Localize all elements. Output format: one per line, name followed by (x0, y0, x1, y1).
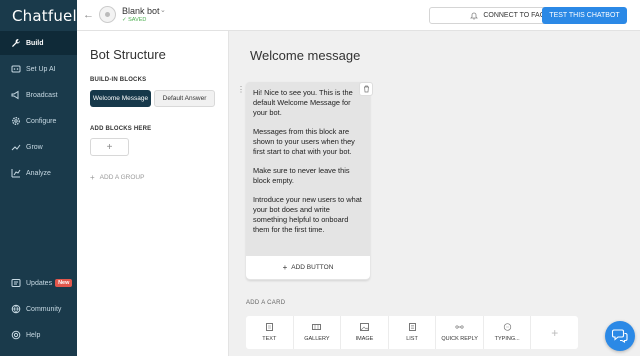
back-arrow-icon[interactable]: ← (83, 9, 94, 21)
image-icon (359, 323, 369, 331)
message-paragraph: Introduce your new users to what your bo… (253, 195, 362, 234)
list-icon (408, 323, 416, 331)
trash-icon[interactable] (359, 82, 373, 96)
top-bar: ← Blank bot ⌄ ✓ SAVED CONNECT TO FACEBOO… (77, 0, 640, 31)
sidebar-item-grow[interactable]: Grow (0, 135, 77, 159)
ai-icon (11, 65, 21, 73)
add-blocks-label: ADD BLOCKS HERE (90, 126, 152, 132)
sidebar-item-community[interactable]: Community (0, 297, 77, 321)
sidebar-item-label: Configure (26, 117, 57, 125)
community-icon (11, 304, 21, 314)
card-type-label: QUICK REPLY (441, 336, 478, 342)
structure-title: Bot Structure (90, 47, 166, 62)
more-card-types-plus-icon[interactable]: + (531, 316, 578, 349)
test-chatbot-button[interactable]: TEST THIS CHATBOT (542, 7, 627, 24)
text-icon (265, 323, 273, 331)
builtin-blocks-label: BUILD-IN BLOCKS (90, 77, 147, 83)
card-type-image[interactable]: IMAGE (341, 316, 389, 349)
sidebar-item-label: Analyze (26, 169, 51, 177)
sidebar-item-label: Updates (26, 279, 53, 287)
help-icon (11, 330, 21, 340)
sidebar-item-label: Help (26, 331, 41, 339)
quick-reply-icon (455, 325, 464, 329)
wrench-icon (12, 39, 20, 47)
add-button-button[interactable]: + ADD BUTTON (246, 256, 370, 279)
sidebar-item-help[interactable]: Help (0, 323, 77, 347)
card-type-bar: TEXT GALLERY IMAGE LIST QUICK REPLY TYPI… (246, 316, 578, 349)
card-type-list[interactable]: LIST (389, 316, 437, 349)
add-group-button[interactable]: + ADD A GROUP (90, 173, 144, 182)
sidebar-item-configure[interactable]: Configure (0, 109, 77, 133)
typing-icon (503, 323, 511, 331)
plus-icon: + (282, 263, 288, 272)
card-type-label: TEXT (262, 336, 277, 342)
card-type-label: GALLERY (304, 336, 330, 342)
message-paragraph: Make sure to never leave this block empt… (253, 166, 350, 185)
card-type-quick-reply[interactable]: QUICK REPLY (436, 316, 484, 349)
card-type-gallery[interactable]: GALLERY (294, 316, 342, 349)
chart-up-icon (11, 144, 21, 151)
message-paragraph: Hi! Nice to see you. This is the default… (253, 88, 353, 117)
sidebar-item-label: Set Up AI (26, 65, 56, 73)
chevron-down-icon[interactable]: ⌄ (160, 6, 166, 14)
block-editor: Welcome message ⋮ Hi! Nice to see you. T… (229, 31, 640, 356)
add-card-label: ADD A CARD (246, 300, 286, 306)
sidebar-item-label: Broadcast (26, 91, 58, 99)
chat-bubbles-icon (612, 329, 628, 343)
card-type-label: IMAGE (355, 336, 374, 342)
default-answer-block[interactable]: Default Answer (154, 90, 215, 107)
card-type-label: LIST (406, 336, 418, 342)
sidebar-item-analyze[interactable]: Analyze (0, 161, 77, 185)
app-logo: Chatfuel (12, 7, 77, 25)
broadcast-icon (11, 90, 19, 100)
add-block-button[interactable]: + (90, 138, 129, 156)
card-type-typing[interactable]: TYPING... (484, 316, 532, 349)
bot-name[interactable]: Blank bot (122, 6, 160, 16)
sidebar-item-label: Grow (26, 143, 43, 151)
add-button-label: ADD BUTTON (291, 264, 334, 271)
message-paragraph: Messages from this block are shown to yo… (253, 127, 355, 156)
gallery-icon (312, 324, 322, 330)
add-group-label: ADD A GROUP (99, 174, 145, 181)
updates-icon (11, 279, 21, 287)
bot-structure-panel: Bot Structure BUILD-IN BLOCKS Welcome Me… (77, 31, 229, 356)
support-chat-button[interactable] (605, 321, 635, 351)
card-type-label: TYPING... (494, 336, 520, 342)
sidebar-item-build[interactable]: Build (0, 31, 77, 55)
drag-handle-icon[interactable]: ⋮ (237, 86, 245, 98)
new-badge: New (55, 279, 73, 287)
sidebar: Chatfuel Build Set Up AI Broadcast Confi… (0, 0, 77, 356)
welcome-message-block[interactable]: Welcome Message (90, 90, 151, 107)
sidebar-item-label: Community (26, 305, 62, 313)
bot-avatar[interactable] (99, 6, 116, 23)
sidebar-item-label: Build (26, 39, 44, 47)
bell-icon (470, 12, 479, 19)
saved-status: ✓ SAVED (122, 17, 147, 23)
gear-icon (12, 117, 20, 125)
block-title: Welcome message (250, 48, 361, 63)
sidebar-item-set-up-ai[interactable]: Set Up AI (0, 57, 77, 81)
plus-icon: + (90, 173, 95, 182)
card-message[interactable]: Hi! Nice to see you. This is the default… (253, 88, 365, 244)
sidebar-item-broadcast[interactable]: Broadcast (0, 83, 77, 107)
test-label: TEST THIS CHATBOT (549, 12, 620, 19)
text-card[interactable]: Hi! Nice to see you. This is the default… (246, 82, 370, 280)
analytics-icon (11, 169, 21, 178)
sidebar-item-updates[interactable]: Updates New (0, 271, 77, 295)
card-type-text[interactable]: TEXT (246, 316, 294, 349)
